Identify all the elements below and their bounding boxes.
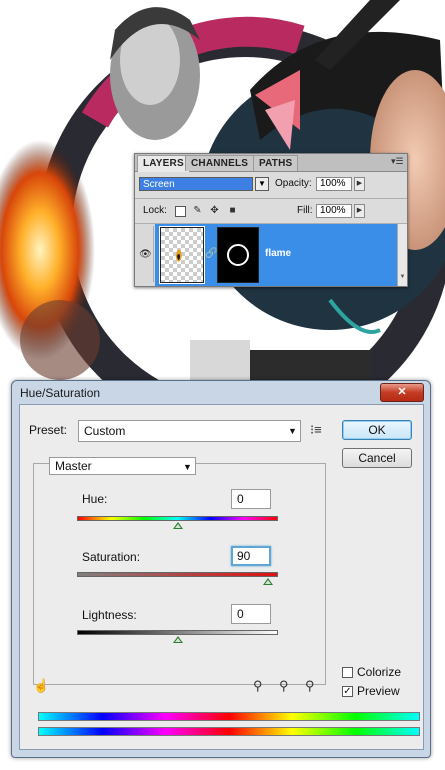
eyedropper-minus-icon[interactable]: ⚲ bbox=[305, 678, 315, 694]
eyedropper-plus-icon[interactable]: ⚲ bbox=[279, 678, 289, 694]
lock-move-icon[interactable]: ✥ bbox=[209, 205, 220, 216]
saturation-slider-track[interactable] bbox=[77, 572, 278, 577]
hue-slider-thumb[interactable] bbox=[172, 522, 183, 529]
fill-input[interactable]: 100% bbox=[316, 204, 352, 218]
hue-label: Hue: bbox=[82, 492, 108, 506]
preview-label[interactable]: Preview bbox=[357, 684, 400, 698]
layers-panel: LAYERS CHANNELS PATHS ▾☰ Screen ▼ Opacit… bbox=[134, 153, 408, 287]
tab-channels[interactable]: CHANNELS bbox=[185, 155, 255, 171]
lock-label: Lock: bbox=[143, 205, 167, 216]
lightness-slider-thumb[interactable] bbox=[172, 636, 183, 643]
lightness-input[interactable]: 0 bbox=[231, 604, 271, 624]
saturation-input[interactable]: 90 bbox=[231, 546, 271, 566]
opacity-input[interactable]: 100% bbox=[316, 177, 352, 191]
close-button[interactable]: ✕ bbox=[380, 383, 424, 402]
fill-label: Fill: bbox=[297, 205, 313, 216]
cancel-button[interactable]: Cancel bbox=[342, 448, 412, 468]
ok-button[interactable]: OK bbox=[342, 420, 412, 440]
hue-saturation-dialog: Hue/Saturation ✕ Preset: Custom ▼ ⁝≡ OK … bbox=[11, 380, 431, 758]
layer-thumbnail[interactable] bbox=[159, 226, 205, 284]
hue-slider-track[interactable] bbox=[77, 516, 278, 521]
fill-slider-icon[interactable]: ▶ bbox=[354, 204, 365, 218]
output-color-bar bbox=[38, 727, 420, 736]
colorize-checkbox[interactable] bbox=[342, 667, 353, 678]
layer-name[interactable]: flame bbox=[265, 248, 291, 259]
opacity-label: Opacity: bbox=[275, 178, 312, 189]
input-color-bar bbox=[38, 712, 420, 721]
lock-all-icon[interactable]: ■ bbox=[227, 205, 238, 216]
flame-thumbnail-icon bbox=[175, 249, 182, 262]
layers-panel-tabs: LAYERS CHANNELS PATHS ▾☰ bbox=[135, 154, 407, 172]
layers-scrollbar[interactable]: ▼ bbox=[397, 224, 407, 286]
channel-dropdown-icon[interactable]: ▼ bbox=[183, 462, 192, 472]
layer-row-flame[interactable]: 👁 🔗 flame ▼ bbox=[135, 224, 407, 286]
eyedropper-icon[interactable]: ⚲ bbox=[253, 678, 263, 694]
saturation-slider-thumb[interactable] bbox=[262, 578, 273, 585]
tab-paths[interactable]: PATHS bbox=[253, 155, 299, 171]
blend-opacity-row: Screen ▼ Opacity: 100% ▶ bbox=[135, 172, 407, 199]
layer-mask-thumbnail[interactable] bbox=[217, 227, 259, 283]
lock-fill-row: Lock: ✎ ✥ ■ Fill: 100% ▶ bbox=[135, 199, 407, 224]
colorize-label[interactable]: Colorize bbox=[357, 665, 401, 679]
tab-layers[interactable]: LAYERS bbox=[137, 155, 190, 172]
preset-options-icon[interactable]: ⁝≡ bbox=[310, 422, 322, 438]
opacity-slider-icon[interactable]: ▶ bbox=[354, 177, 365, 191]
preset-label: Preset: bbox=[29, 423, 68, 437]
channel-select[interactable]: Master bbox=[49, 457, 196, 475]
dialog-body: Preset: Custom ▼ ⁝≡ OK Cancel Master ▼ H… bbox=[19, 404, 424, 750]
lightness-slider-track[interactable] bbox=[77, 630, 278, 635]
preview-checkbox[interactable]: ✓ bbox=[342, 686, 353, 697]
preset-select[interactable]: Custom bbox=[78, 420, 301, 442]
panel-menu-icon[interactable]: ▾☰ bbox=[391, 156, 404, 167]
lock-transparent-icon[interactable] bbox=[175, 206, 186, 217]
lightness-label: Lightness: bbox=[82, 608, 137, 622]
link-chain-icon[interactable]: 🔗 bbox=[205, 248, 217, 259]
targeted-adjustment-hand-icon[interactable]: ☝ bbox=[33, 678, 49, 694]
preset-dropdown-icon[interactable]: ▼ bbox=[288, 426, 297, 436]
blend-mode-dropdown-icon[interactable]: ▼ bbox=[255, 177, 269, 191]
visibility-eye-icon[interactable]: 👁 bbox=[137, 226, 154, 282]
dialog-title: Hue/Saturation bbox=[20, 386, 101, 400]
lock-brush-icon[interactable]: ✎ bbox=[192, 205, 203, 216]
saturation-label: Saturation: bbox=[82, 550, 141, 564]
blend-mode-select[interactable]: Screen bbox=[139, 177, 253, 191]
hue-input[interactable]: 0 bbox=[231, 489, 271, 509]
